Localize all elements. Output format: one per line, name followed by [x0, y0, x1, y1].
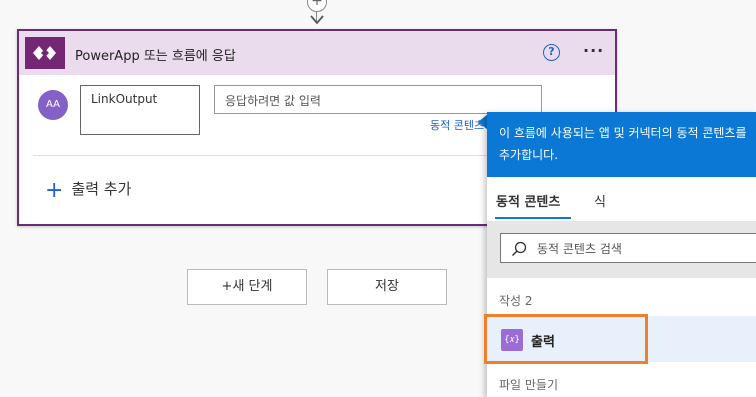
banner-text-line1: 이 흐름에 사용되는 앱 및 커넥터의 동적 콘텐츠를	[499, 126, 747, 140]
arrow-down-icon	[310, 15, 324, 25]
search-placeholder: 동적 콘텐츠 검색	[537, 242, 622, 256]
add-output-button[interactable]: + 출력 추가	[45, 178, 131, 203]
dynamic-content-link[interactable]: 동적 콘텐츠	[430, 117, 484, 133]
flyout-banner: 이 흐름에 사용되는 앱 및 커넥터의 동적 콘텐츠를 추가합니다.	[487, 112, 756, 177]
avatar: AA	[38, 90, 68, 120]
highlight-box	[484, 314, 648, 364]
more-options-icon[interactable]: ···	[583, 41, 604, 60]
help-icon[interactable]: ?	[543, 44, 560, 61]
save-button[interactable]: 저장	[327, 269, 447, 305]
search-icon	[511, 241, 527, 257]
add-step-icon[interactable]: +	[307, 0, 327, 12]
flyout-tabs: 동적 콘텐츠 식	[487, 177, 756, 221]
card-title: PowerApp 또는 흐름에 응답	[75, 49, 236, 64]
powerapps-icon	[25, 37, 65, 69]
section-header-create: 작성 2	[499, 294, 533, 308]
banner-text-line2: 추가합니다.	[499, 148, 559, 162]
plus-icon: +	[45, 178, 64, 203]
section-header-create-file: 파일 만들기	[499, 378, 559, 392]
tab-expression[interactable]: 식	[594, 191, 606, 210]
active-tab-indicator	[495, 217, 571, 219]
output-name-field[interactable]: LinkOutput	[80, 85, 200, 135]
add-output-label: 출력 추가	[71, 180, 132, 198]
new-step-button[interactable]: +새 단계	[187, 269, 307, 305]
tab-dynamic-content[interactable]: 동적 콘텐츠	[496, 191, 560, 210]
output-value-input[interactable]: 응답하려면 값 입력	[214, 85, 542, 114]
search-area: 동적 콘텐츠 검색	[487, 221, 756, 278]
search-input[interactable]: 동적 콘텐츠 검색	[500, 233, 756, 263]
card-header[interactable]: PowerApp 또는 흐름에 응답 ? ···	[19, 31, 615, 75]
